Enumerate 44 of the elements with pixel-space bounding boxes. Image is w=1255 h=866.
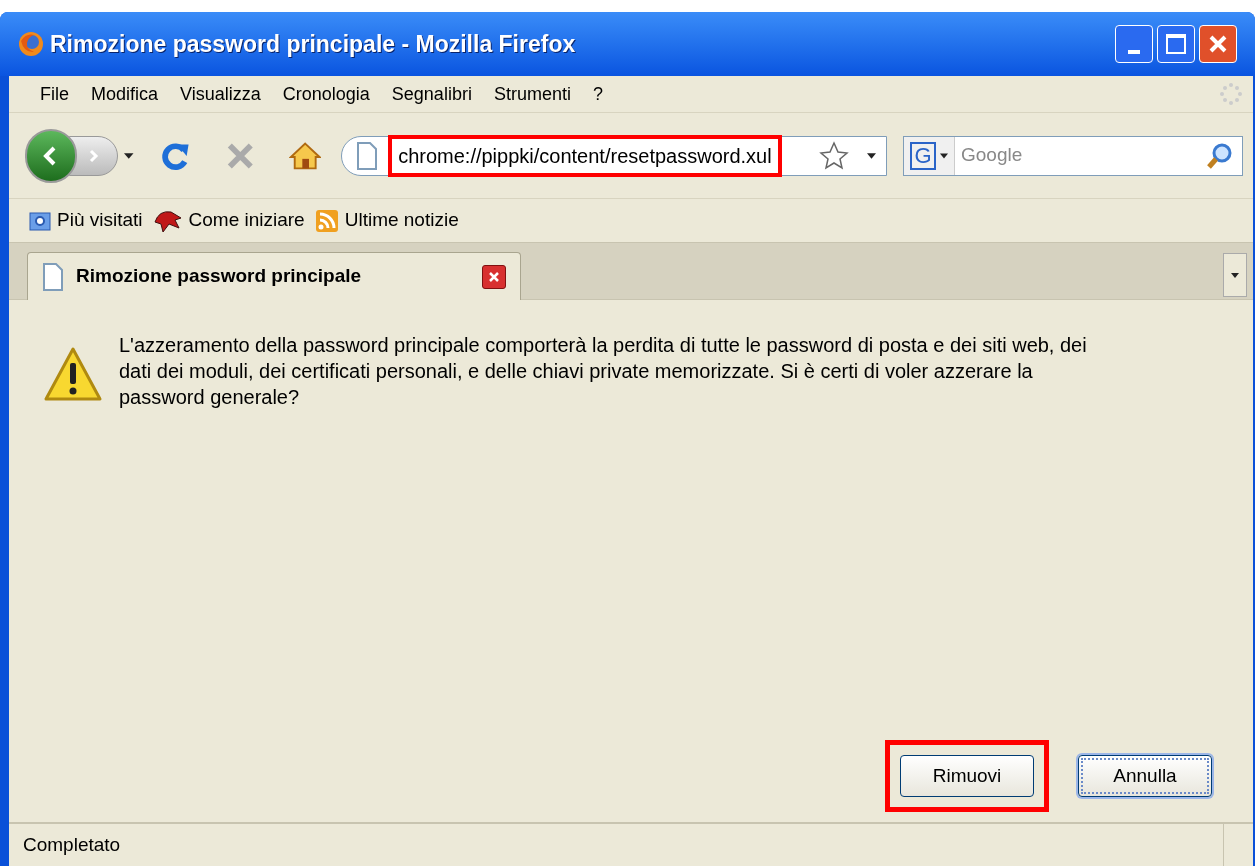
bookmark-link[interactable]: Ultime notizie bbox=[314, 206, 459, 235]
status-text: Completato bbox=[23, 832, 121, 857]
warning-icon bbox=[43, 346, 103, 402]
dropdown-arrow-icon[interactable] bbox=[124, 152, 134, 159]
menu-item[interactable]: Segnalibri bbox=[380, 80, 483, 108]
tab-title: Rimozione password principale bbox=[76, 264, 362, 289]
warning-message: L'azzeramento della password principale comporterà la perdita di tutte le password di posta e dei siti web, dei dati dei moduli, dei certificati personali, e delle chiavi private memorizzate. Si è certi di voler azzerare la password generale? bbox=[119, 333, 1088, 410]
menu-item[interactable]: Visualizza bbox=[169, 80, 272, 108]
menu-item[interactable]: File bbox=[29, 80, 80, 108]
search-box[interactable]: G Google bbox=[903, 135, 1243, 176]
browser-logo-icon bbox=[18, 31, 44, 57]
search-icon[interactable] bbox=[1206, 141, 1234, 170]
rss-feed-icon bbox=[314, 208, 339, 233]
menu-item[interactable]: ? bbox=[581, 80, 614, 108]
dialog-button[interactable]: Annulla bbox=[1078, 755, 1212, 797]
search-engine-button[interactable]: G bbox=[904, 136, 955, 175]
close-icon bbox=[1208, 34, 1228, 54]
bookmark-star-icon[interactable] bbox=[819, 140, 849, 171]
menu-item[interactable]: Strumenti bbox=[482, 80, 582, 108]
address-bar[interactable]: chrome://pippki/content/resetpassword.xul bbox=[341, 135, 887, 176]
bookmark-link[interactable]: Come iniziare bbox=[152, 206, 305, 235]
page-icon bbox=[42, 262, 64, 291]
dropdown-arrow-icon bbox=[940, 152, 948, 159]
window-title: Rimozione password principale - Mozilla Firefox bbox=[50, 29, 576, 59]
search-folder-icon bbox=[29, 209, 51, 232]
home-icon[interactable] bbox=[288, 140, 322, 171]
menu-item[interactable]: Modifica bbox=[80, 80, 170, 108]
url-text: chrome://pippki/content/resetpassword.xul bbox=[388, 134, 782, 177]
maximize-button[interactable] bbox=[1157, 25, 1195, 63]
minimize-button[interactable] bbox=[1115, 25, 1153, 63]
back-button[interactable] bbox=[25, 128, 77, 183]
dialog-button[interactable]: Rimuovi bbox=[900, 755, 1034, 797]
tab-close-button[interactable] bbox=[482, 264, 506, 289]
menu-item[interactable]: Cronologia bbox=[271, 80, 381, 108]
dropdown-arrow-icon[interactable] bbox=[867, 152, 876, 159]
search-field[interactable]: Google bbox=[961, 141, 1206, 170]
close-icon bbox=[488, 270, 500, 283]
page-icon bbox=[356, 141, 379, 170]
bookmark-link[interactable]: Più visitati bbox=[29, 206, 143, 235]
search-engine-logo: G bbox=[910, 141, 936, 170]
tab[interactable]: Rimozione password principale bbox=[27, 252, 521, 300]
activity-throbber-icon bbox=[1219, 82, 1243, 106]
close-button[interactable] bbox=[1199, 25, 1237, 63]
dropdown-arrow-icon bbox=[1231, 272, 1239, 278]
